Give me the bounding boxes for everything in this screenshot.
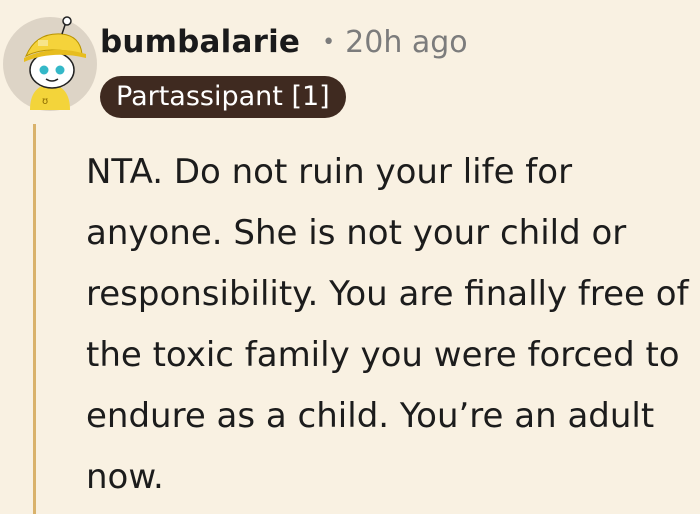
username-link[interactable]: bumbalarie bbox=[100, 24, 300, 60]
thread-collapse-line[interactable] bbox=[33, 124, 36, 514]
comment-header: bumbalarie • 20h ago bbox=[100, 20, 468, 64]
svg-text:ʊ: ʊ bbox=[42, 96, 48, 107]
comment-body: NTA. Do not ruin your life for anyone. S… bbox=[86, 152, 689, 497]
timestamp[interactable]: 20h ago bbox=[345, 25, 468, 60]
user-flair-badge: Partassipant [1] bbox=[100, 76, 346, 118]
separator-dot: • bbox=[322, 29, 336, 55]
snoo-yellow-hat-avatar-icon[interactable]: ʊ bbox=[2, 14, 98, 112]
comment: ʊ bumbalarie • 20h ago Partassipant [1] … bbox=[0, 0, 700, 514]
